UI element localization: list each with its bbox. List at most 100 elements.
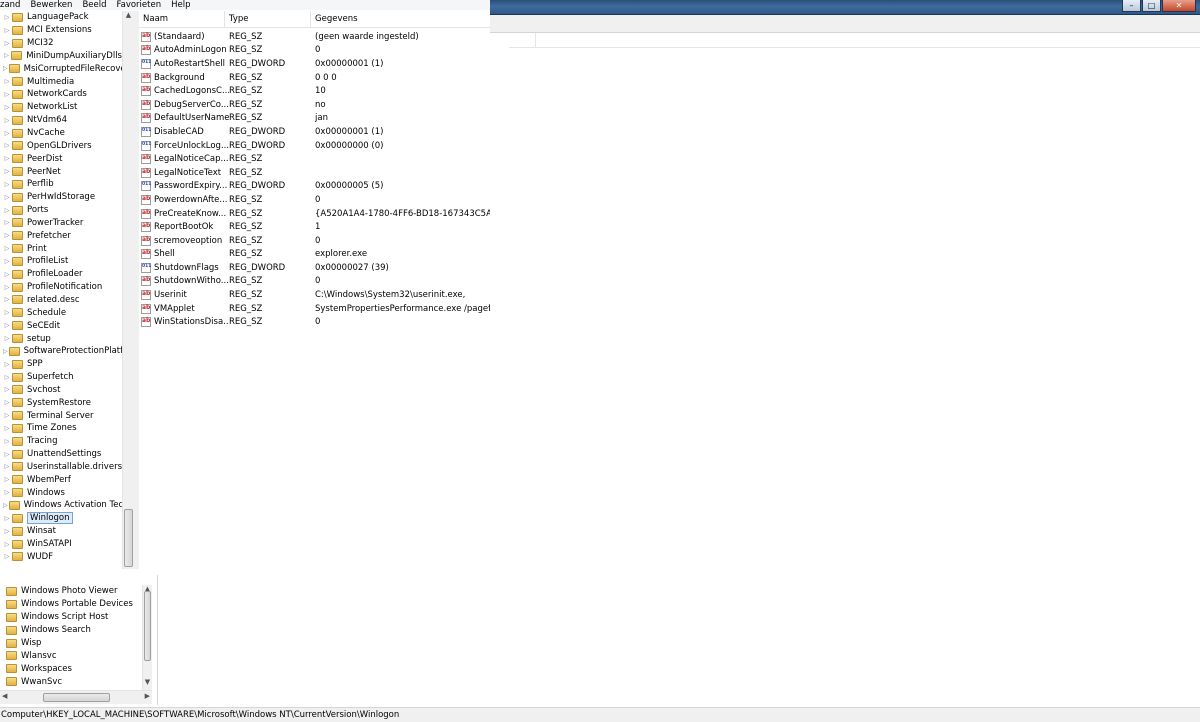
expand-arrow-icon[interactable]: ▷ — [3, 130, 11, 137]
tree-item[interactable]: Windows Portable Devices — [0, 598, 142, 611]
tree-item[interactable]: ▷ NetworkCards — [0, 88, 122, 101]
tree-item[interactable]: ▷ ProfileLoader — [0, 268, 122, 281]
table-row[interactable]: WinStationsDisa...REG_SZ 0 — [139, 315, 490, 329]
horizontal-scrollbar-thumb[interactable] — [43, 693, 110, 702]
tree-item[interactable]: ▷ NtVdm64 — [0, 114, 122, 127]
tree-item[interactable]: ▷ ProfileList — [0, 255, 122, 268]
table-row[interactable]: DefaultUserNameREG_SZ jan — [139, 112, 490, 126]
tree-vertical-scrollbar[interactable]: ▲ — [122, 11, 134, 569]
menu-file[interactable]: zand — [0, 0, 20, 10]
menu-help[interactable]: Help — [171, 0, 190, 10]
table-row[interactable]: AutoAdminLogonREG_SZ 0 — [139, 44, 490, 58]
scroll-down-arrow-icon[interactable]: ▼ — [143, 678, 152, 690]
menu-edit[interactable]: Bewerken — [30, 0, 72, 10]
expand-arrow-icon[interactable]: ▷ — [3, 52, 10, 59]
tree-item[interactable]: ▷ Print — [0, 242, 122, 255]
expand-arrow-icon[interactable]: ▷ — [3, 271, 11, 278]
expand-arrow-icon[interactable]: ▷ — [3, 399, 11, 406]
table-row[interactable]: CachedLogonsC...REG_SZ 10 — [139, 84, 490, 98]
expand-arrow-icon[interactable]: ▷ — [3, 476, 11, 483]
column-name-header[interactable]: Naam — [139, 11, 225, 27]
tree-item[interactable]: Wlansvc — [0, 649, 142, 662]
expand-arrow-icon[interactable]: ▷ — [3, 515, 11, 522]
tree-item[interactable]: Windows Search — [0, 624, 142, 637]
tree-item[interactable]: ▷ Svchost — [0, 383, 122, 396]
tree-item[interactable]: ▷ PerHwIdStorage — [0, 191, 122, 204]
scroll-up-arrow-icon[interactable]: ▲ — [123, 11, 134, 23]
table-row[interactable]: scremoveoption REG_SZ 0 — [139, 234, 490, 248]
minimize-button[interactable]: – — [1122, 0, 1141, 12]
table-row[interactable]: ShutdownFlags REG_DWORD 0x00000027 (39) — [139, 261, 490, 275]
table-row[interactable]: Userinit REG_SZ C:\Windows\System32\userin… — [139, 288, 490, 302]
tree-item[interactable]: Windows Photo Viewer — [0, 585, 142, 598]
lower-tree-vertical-scrollbar[interactable]: ▲ ▼ — [142, 585, 152, 690]
tree-item-selected[interactable]: ▷ Winlogon — [0, 512, 122, 525]
expand-arrow-icon[interactable]: ▷ — [3, 65, 8, 72]
expand-arrow-icon[interactable]: ▷ — [3, 194, 11, 201]
tree-item[interactable]: ▷ Ports — [0, 204, 122, 217]
expand-arrow-icon[interactable]: ▷ — [3, 232, 11, 239]
scroll-right-arrow-icon[interactable]: ▶ — [145, 692, 150, 700]
expand-arrow-icon[interactable]: ▷ — [3, 78, 11, 85]
table-row[interactable]: Shell REG_SZ explorer.exe — [139, 248, 490, 262]
table-row[interactable]: ForceUnlockLog...REG_DWORD 0x00000000 (0) — [139, 139, 490, 153]
tree-item[interactable]: ▷ WinSATAPI — [0, 538, 122, 551]
expand-arrow-icon[interactable]: ▷ — [3, 309, 11, 316]
expand-arrow-icon[interactable]: ▷ — [3, 296, 11, 303]
tree-item[interactable]: ▷ SoftwareProtectionPlatfo — [0, 345, 122, 358]
expand-arrow-icon[interactable]: ▷ — [3, 386, 11, 393]
tree-item[interactable]: ▷ Tracing — [0, 435, 122, 448]
table-row[interactable]: LegalNoticeText REG_SZ — [139, 166, 490, 180]
expand-arrow-icon[interactable]: ▷ — [3, 117, 11, 124]
tree-item[interactable]: ▷ Userinstallable.drivers — [0, 461, 122, 474]
tree-item[interactable]: ▷ ProfileNotification — [0, 281, 122, 294]
expand-arrow-icon[interactable]: ▷ — [3, 258, 11, 265]
menu-view[interactable]: Beeld — [82, 0, 106, 10]
expand-arrow-icon[interactable]: ▷ — [3, 14, 11, 21]
tree-item[interactable]: ▷ PowerTracker — [0, 217, 122, 230]
tree-item[interactable]: Windows Script Host — [0, 611, 142, 624]
tree-item[interactable]: ▷ WUDF — [0, 550, 122, 563]
table-row[interactable]: DisableCAD REG_DWORD 0x00000001 (1) — [139, 125, 490, 139]
table-row[interactable]: ReportBootOk REG_SZ 1 — [139, 220, 490, 234]
tree-item[interactable]: ▷ SeCEdit — [0, 319, 122, 332]
tree-item[interactable]: ▷ MCI Extensions — [0, 24, 122, 37]
tree-item[interactable]: ▷ Windows Activation Tec — [0, 499, 122, 512]
tree-item[interactable]: ▷ setup — [0, 332, 122, 345]
column-type-header[interactable]: Type — [225, 11, 311, 27]
table-row[interactable]: AutoRestartShellREG_DWORD 0x00000001 (1) — [139, 57, 490, 71]
tree-item[interactable]: ▷ LanguagePack — [0, 11, 122, 24]
expand-arrow-icon[interactable]: ▷ — [3, 27, 11, 34]
expand-arrow-icon[interactable]: ▷ — [3, 361, 11, 368]
column-data-header[interactable]: Gegevens — [311, 11, 490, 27]
tree-item[interactable]: ▷ NetworkList — [0, 101, 122, 114]
expand-arrow-icon[interactable]: ▷ — [3, 528, 11, 535]
tree-item[interactable]: ▷ Time Zones — [0, 422, 122, 435]
expand-arrow-icon[interactable]: ▷ — [3, 553, 11, 560]
expand-arrow-icon[interactable]: ▷ — [3, 412, 11, 419]
table-row[interactable]: LegalNoticeCap...REG_SZ — [139, 152, 490, 166]
scroll-left-arrow-icon[interactable]: ◀ — [2, 692, 7, 700]
table-row[interactable]: DebugServerCo...REG_SZ no — [139, 98, 490, 112]
tree-item[interactable]: ▷ MCI32 — [0, 37, 122, 50]
tree-item[interactable]: ▷ Winsat — [0, 525, 122, 538]
table-row[interactable]: ShutdownWitho...REG_SZ 0 — [139, 275, 490, 289]
tree-item[interactable]: ▷ NvCache — [0, 127, 122, 140]
expand-arrow-icon[interactable]: ▷ — [3, 541, 11, 548]
expand-arrow-icon[interactable]: ▷ — [3, 322, 11, 329]
expand-arrow-icon[interactable]: ▷ — [3, 489, 11, 496]
tree-item[interactable]: ▷ Prefetcher — [0, 229, 122, 242]
close-button[interactable]: ✕ — [1162, 0, 1196, 12]
tree-item[interactable]: ▷ PeerDist — [0, 152, 122, 165]
tree-item[interactable]: ▷ Multimedia — [0, 75, 122, 88]
expand-arrow-icon[interactable]: ▷ — [3, 335, 11, 342]
tree-item[interactable]: ▷ MsiCorruptedFileRecove — [0, 62, 122, 75]
tree-item[interactable]: ▷ MiniDumpAuxiliaryDlls — [0, 50, 122, 63]
tree-item[interactable]: ▷ Schedule — [0, 306, 122, 319]
tree-item[interactable]: ▷ Superfetch — [0, 371, 122, 384]
expand-arrow-icon[interactable]: ▷ — [3, 181, 11, 188]
tree-item[interactable]: ▷ Windows — [0, 486, 122, 499]
expand-arrow-icon[interactable]: ▷ — [3, 207, 11, 214]
expand-arrow-icon[interactable]: ▷ — [3, 425, 11, 432]
menu-favorites[interactable]: Favorieten — [117, 0, 162, 10]
